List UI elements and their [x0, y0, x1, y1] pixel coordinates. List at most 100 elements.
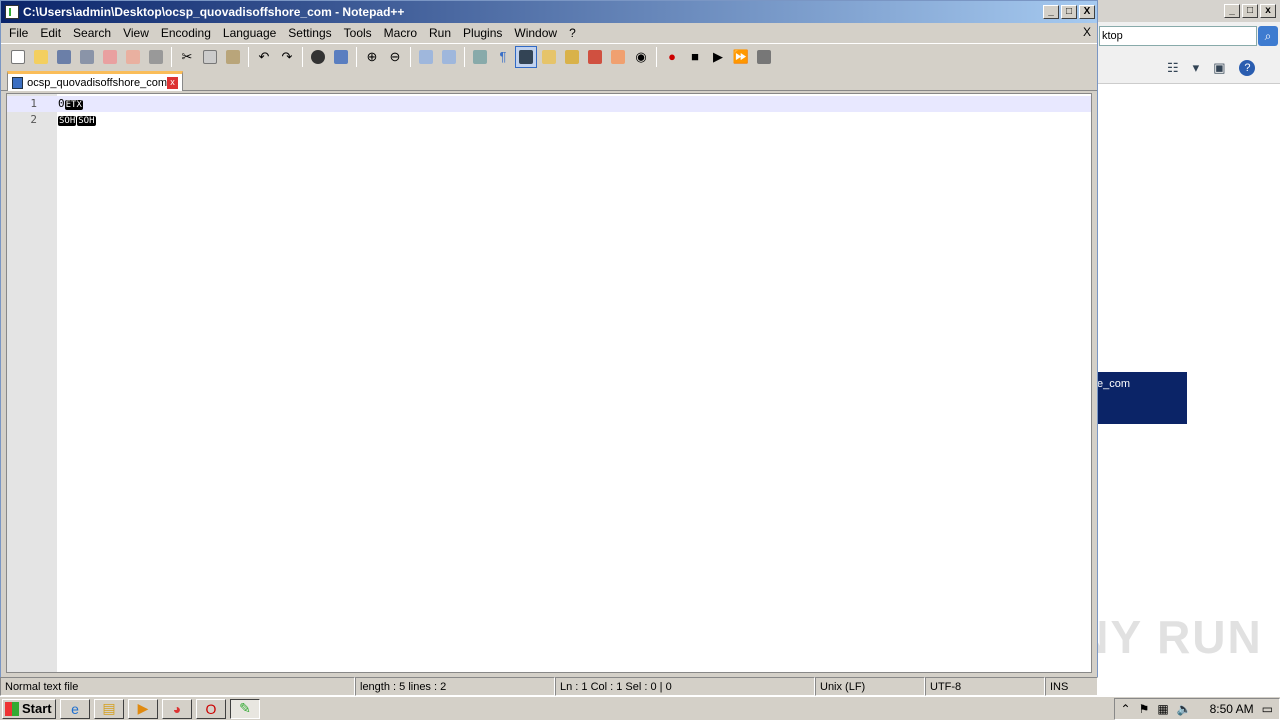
notepadpp-taskbar-icon[interactable]: ✎ [230, 698, 260, 719]
window-title: C:\Users\admin\Desktop\ocsp_quovadisoffs… [23, 5, 405, 19]
run-macro-multiple-icon[interactable]: ⏩ [730, 46, 752, 68]
new-file-icon[interactable] [7, 46, 29, 68]
search-icon[interactable]: ⌕ [1258, 26, 1278, 46]
copy-icon[interactable] [199, 46, 221, 68]
help-icon[interactable]: ? [1239, 60, 1256, 76]
undo-icon[interactable]: ↶ [253, 46, 275, 68]
tab-close-icon[interactable]: x [167, 76, 178, 89]
taskbar: Start e ▤ ▶ ◕ O ✎ ⌃ ⚑ ▦ 🔈 8:50 AM ▭ [0, 696, 1280, 720]
save-macro-icon[interactable] [753, 46, 775, 68]
close-file-icon[interactable] [99, 46, 121, 68]
start-label: Start [22, 701, 52, 716]
background-view-icons: ☷ ▾ ▣ ? [1167, 60, 1256, 76]
menu-run[interactable]: Run [423, 23, 457, 43]
menu-search[interactable]: Search [67, 23, 117, 43]
print-icon[interactable] [145, 46, 167, 68]
folder-as-workspace-icon[interactable] [607, 46, 629, 68]
bg-maximize-button[interactable]: □ [1242, 4, 1258, 18]
menu-plugins[interactable]: Plugins [457, 23, 508, 43]
indent-guide-icon[interactable] [515, 45, 537, 68]
menu-view[interactable]: View [117, 23, 155, 43]
cut-icon[interactable]: ✂ [176, 46, 198, 68]
toolbar-separator [410, 46, 411, 67]
function-list-icon[interactable] [584, 46, 606, 68]
menu-language[interactable]: Language [217, 23, 282, 43]
network-icon[interactable]: ▦ [1157, 702, 1168, 716]
status-file-type: Normal text file [0, 677, 355, 696]
sync-vertical-icon[interactable] [415, 46, 437, 68]
status-encoding[interactable]: UTF-8 [925, 677, 1045, 696]
chevron-down-icon[interactable]: ▾ [1193, 60, 1200, 76]
status-position: Ln : 1 Col : 1 Sel : 0 | 0 [555, 677, 815, 696]
menu-encoding[interactable]: Encoding [155, 23, 217, 43]
close-all-icon[interactable] [122, 46, 144, 68]
start-button[interactable]: Start [2, 698, 56, 719]
opera-icon[interactable]: O [196, 698, 226, 719]
toolbar-separator [656, 46, 657, 67]
line-content[interactable]: 0ETX [58, 96, 84, 113]
record-macro-icon[interactable]: ● [661, 46, 683, 68]
close-button[interactable]: X [1079, 5, 1095, 19]
line-number: 2 [30, 113, 37, 126]
chrome-icon[interactable]: ◕ [162, 698, 192, 719]
menu-tools[interactable]: Tools [338, 23, 378, 43]
clock[interactable]: 8:50 AM [1210, 702, 1254, 716]
line-content[interactable]: SOH SOH [58, 112, 97, 129]
status-eol[interactable]: Unix (LF) [815, 677, 925, 696]
control-char-badge: SOH [58, 116, 77, 126]
show-desktop-icon[interactable]: ▭ [1262, 702, 1273, 716]
status-length: length : 5 lines : 2 [355, 677, 555, 696]
close-document-button[interactable]: X [1083, 25, 1091, 39]
menu-window[interactable]: Window [508, 23, 563, 43]
monitoring-icon[interactable]: ◉ [630, 46, 652, 68]
control-char-badge: SOH [77, 116, 96, 126]
system-tray: ⌃ ⚑ ▦ 🔈 8:50 AM ▭ [1113, 698, 1280, 720]
replace-icon[interactable] [330, 46, 352, 68]
save-all-icon[interactable] [76, 46, 98, 68]
sync-horizontal-icon[interactable] [438, 46, 460, 68]
views-icon[interactable]: ☷ [1167, 60, 1179, 76]
file-explorer-icon[interactable]: ▤ [94, 698, 124, 719]
preview-pane-icon[interactable]: ▣ [1213, 60, 1225, 76]
bg-minimize-button[interactable]: _ [1224, 4, 1240, 18]
zoom-out-icon[interactable]: ⊖ [384, 46, 406, 68]
tab-label: ocsp_quovadisoffshore_com [27, 76, 167, 89]
udl-icon[interactable] [538, 46, 560, 68]
open-file-icon[interactable] [30, 46, 52, 68]
menu-settings[interactable]: Settings [282, 23, 337, 43]
show-all-chars-icon[interactable]: ¶ [492, 46, 514, 68]
toolbar-separator [171, 46, 172, 67]
menu-help[interactable]: ? [563, 23, 582, 43]
flag-icon[interactable]: ⚑ [1139, 702, 1150, 716]
editor-line[interactable]: 2 SOH SOH [7, 112, 1091, 128]
menu-file[interactable]: File [3, 23, 34, 43]
background-search-input[interactable]: ktop [1099, 26, 1257, 46]
media-player-icon[interactable]: ▶ [128, 698, 158, 719]
zoom-in-icon[interactable]: ⊕ [361, 46, 383, 68]
redo-icon[interactable]: ↷ [276, 46, 298, 68]
toolbar-separator [356, 46, 357, 67]
bg-close-button[interactable]: x [1260, 4, 1276, 18]
tab-bar: ocsp_quovadisoffshore_com x [1, 69, 1097, 91]
show-hidden-icons-icon[interactable]: ⌃ [1121, 702, 1131, 716]
titlebar: C:\Users\admin\Desktop\ocsp_quovadisoffs… [1, 1, 1097, 23]
word-wrap-icon[interactable] [469, 46, 491, 68]
internet-explorer-icon[interactable]: e [60, 698, 90, 719]
menubar: File Edit Search View Encoding Language … [1, 23, 1097, 43]
volume-icon[interactable]: 🔈 [1177, 702, 1192, 716]
text-editor[interactable]: 1 0ETX 2 SOH SOH [6, 93, 1092, 673]
line-number: 1 [30, 97, 37, 110]
selected-file-item[interactable]: e_com [1097, 372, 1187, 424]
find-icon[interactable] [307, 46, 329, 68]
menu-macro[interactable]: Macro [378, 23, 423, 43]
play-macro-icon[interactable]: ▶ [707, 46, 729, 68]
paste-icon[interactable] [222, 46, 244, 68]
maximize-button[interactable]: □ [1061, 5, 1077, 19]
editor-line[interactable]: 1 0ETX [7, 96, 1091, 112]
doc-map-icon[interactable] [561, 46, 583, 68]
minimize-button[interactable]: _ [1043, 5, 1059, 19]
tab-document[interactable]: ocsp_quovadisoffshore_com x [7, 71, 183, 91]
save-icon[interactable] [53, 46, 75, 68]
stop-macro-icon[interactable]: ■ [684, 46, 706, 68]
menu-edit[interactable]: Edit [34, 23, 67, 43]
